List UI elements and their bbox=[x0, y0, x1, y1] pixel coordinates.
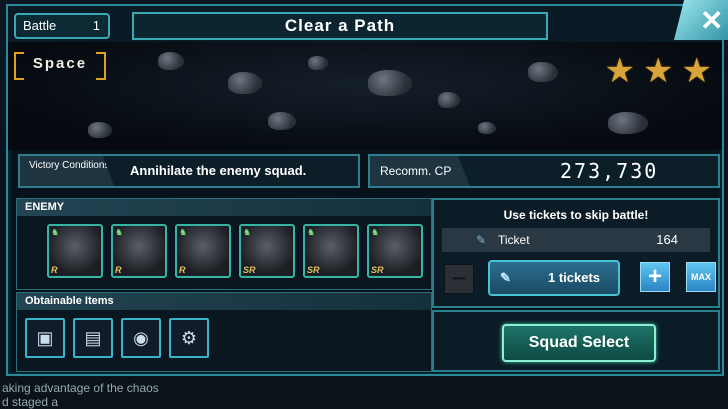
stage-location: Space bbox=[14, 52, 106, 80]
asteroid bbox=[438, 92, 460, 108]
ticket-label: Ticket bbox=[498, 233, 530, 247]
use-tickets-button[interactable]: ✎ 1 tickets bbox=[488, 260, 620, 296]
unit-rank: SR bbox=[307, 265, 320, 275]
recommended-cp: Recomm. CP 273,730 bbox=[368, 154, 720, 188]
unit-rank: SR bbox=[243, 265, 256, 275]
enemy-section: ENEMY ♞ R ♞ R ♞ R ♞ SR ♞ SR ♞ SR bbox=[16, 198, 432, 290]
enemy-unit[interactable]: ♞ R bbox=[111, 224, 167, 278]
ticket-count: 164 bbox=[656, 232, 678, 247]
items-section: Obtainable Items ▣ ▤ ◉ ⚙ bbox=[16, 292, 432, 372]
unit-type-icon: ♞ bbox=[115, 227, 124, 237]
max-tickets-button[interactable]: MAX bbox=[686, 262, 716, 292]
star-rating: ★ ★ ★ bbox=[605, 54, 712, 88]
recommended-cp-value: 273,730 bbox=[560, 159, 659, 183]
asteroid bbox=[478, 122, 496, 134]
decrease-tickets-button[interactable]: − bbox=[444, 264, 474, 294]
star-icon: ★ bbox=[681, 52, 712, 90]
asteroid bbox=[88, 122, 112, 138]
unit-rank: R bbox=[179, 265, 186, 275]
skip-title: Use tickets to skip battle! bbox=[503, 208, 649, 222]
background-text-line: aking advantage of the chaos bbox=[2, 381, 159, 395]
dialog-title: Clear a Path bbox=[132, 12, 548, 40]
stage-preview: Space ★ ★ ★ bbox=[8, 42, 722, 150]
enemy-unit[interactable]: ♞ R bbox=[47, 224, 103, 278]
conditions-row: Victory Conditions Annihilate the enemy … bbox=[8, 154, 722, 188]
increase-tickets-button[interactable]: + bbox=[640, 262, 670, 292]
ticket-icon: ✎ bbox=[500, 270, 511, 285]
star-icon: ★ bbox=[604, 52, 636, 90]
enemy-list: ♞ R ♞ R ♞ R ♞ SR ♞ SR ♞ SR bbox=[17, 216, 431, 278]
asteroid bbox=[268, 112, 296, 130]
victory-conditions-value: Annihilate the enemy squad. bbox=[130, 163, 307, 178]
unit-rank: SR bbox=[371, 265, 384, 275]
skip-battle-panel: Use tickets to skip battle! ✎ Ticket 164… bbox=[432, 198, 720, 308]
enemy-header: ENEMY bbox=[17, 199, 431, 216]
unit-type-icon: ♞ bbox=[179, 227, 188, 237]
close-button[interactable]: ✕ bbox=[674, 0, 728, 40]
asteroid bbox=[308, 56, 328, 70]
asteroid bbox=[368, 70, 412, 96]
unit-type-icon: ♞ bbox=[371, 227, 380, 237]
unit-type-icon: ♞ bbox=[307, 227, 316, 237]
chip-icon[interactable]: ▣ bbox=[25, 318, 65, 358]
unit-type-icon: ♞ bbox=[51, 227, 60, 237]
battle-label: Battle bbox=[23, 18, 57, 33]
recommended-cp-label: Recomm. CP bbox=[370, 156, 470, 186]
asteroid bbox=[608, 112, 648, 134]
victory-conditions-label: Victory Conditions bbox=[20, 156, 114, 186]
battle-indicator: Battle 1 bbox=[14, 13, 110, 39]
asteroid bbox=[528, 62, 558, 82]
ur-coin-icon[interactable]: ◉ bbox=[121, 318, 161, 358]
ticket-inventory: ✎ Ticket 164 bbox=[442, 228, 710, 252]
unit-type-icon: ♞ bbox=[243, 227, 252, 237]
items-list: ▣ ▤ ◉ ⚙ bbox=[17, 310, 431, 358]
tickets-selected: 1 tickets bbox=[548, 270, 601, 285]
background-text: aking advantage of the chaos d staged a bbox=[0, 381, 159, 409]
victory-conditions: Victory Conditions Annihilate the enemy … bbox=[18, 154, 360, 188]
background-text-line: d staged a bbox=[2, 395, 59, 409]
dialog-header: Battle 1 Clear a Path ✕ bbox=[8, 0, 728, 42]
manual-icon[interactable]: ▤ bbox=[73, 318, 113, 358]
unit-rank: R bbox=[51, 265, 58, 275]
ticket-icon: ✎ bbox=[476, 233, 487, 247]
part-icon[interactable]: ⚙ bbox=[169, 318, 209, 358]
unit-rank: R bbox=[115, 265, 122, 275]
squad-select-button[interactable]: Squad Select bbox=[502, 324, 656, 362]
asteroid bbox=[228, 72, 262, 94]
battle-dialog: Battle 1 Clear a Path ✕ Space ★ ★ ★ Vict… bbox=[6, 0, 728, 376]
squad-panel: Squad Select bbox=[432, 310, 720, 372]
enemy-unit[interactable]: ♞ R bbox=[175, 224, 231, 278]
close-icon: ✕ bbox=[700, 5, 724, 36]
enemy-unit[interactable]: ♞ SR bbox=[303, 224, 359, 278]
battle-number: 1 bbox=[92, 18, 100, 33]
asteroid bbox=[158, 52, 184, 70]
enemy-unit[interactable]: ♞ SR bbox=[239, 224, 295, 278]
star-icon: ★ bbox=[643, 52, 674, 90]
enemy-unit[interactable]: ♞ SR bbox=[367, 224, 423, 278]
items-header: Obtainable Items bbox=[17, 293, 431, 310]
